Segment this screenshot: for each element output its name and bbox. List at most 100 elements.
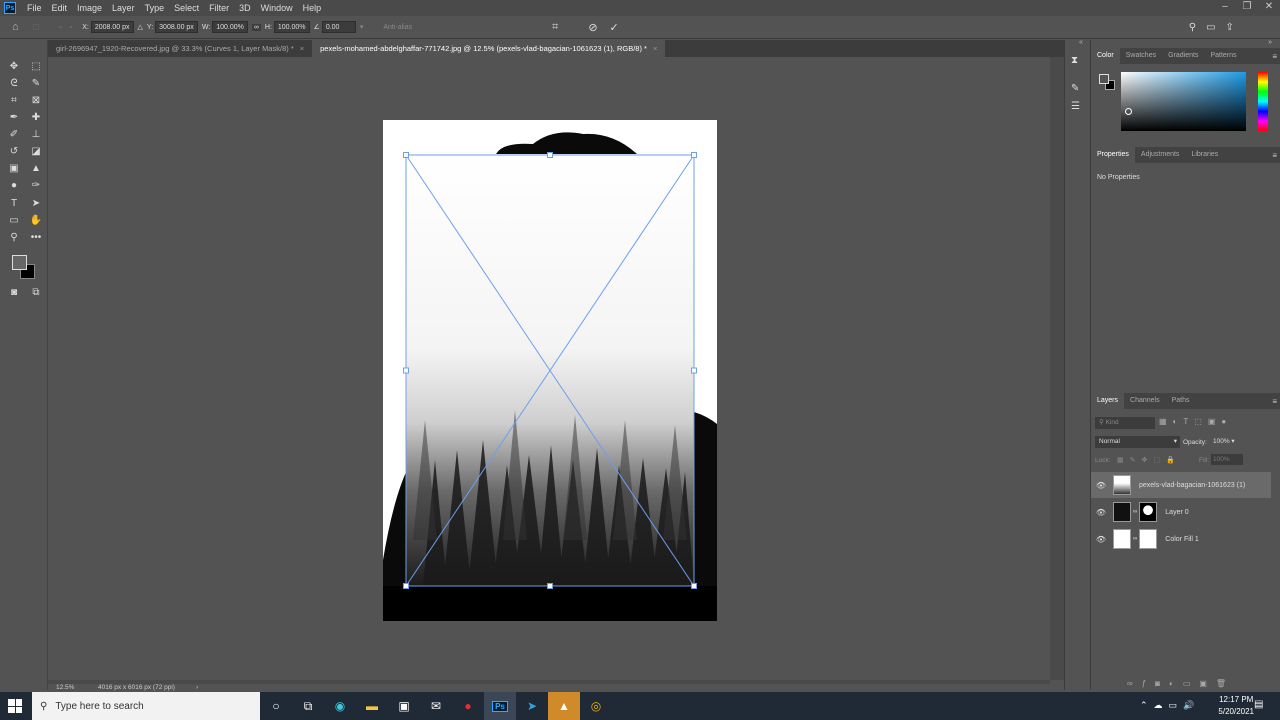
handle-bottom-right[interactable] [691, 583, 697, 589]
x-position-field[interactable]: 2008.00 px [90, 21, 134, 33]
mail-icon[interactable]: ✉ [420, 692, 452, 720]
tab-pexels-active[interactable]: pexels-mohamed-abdelghaffar-771742.jpg @… [312, 40, 666, 57]
y-position-field[interactable]: 3008.00 px [155, 21, 198, 33]
tab-paths[interactable]: Paths [1166, 393, 1196, 409]
eyedropper-tool-icon[interactable]: ✒ [6, 111, 22, 125]
marquee-tool-icon[interactable]: ⬚ [28, 60, 44, 74]
security-app-icon[interactable]: ● [452, 692, 484, 720]
hand-tool-icon[interactable]: ✋ [28, 214, 44, 228]
layers-footer-icons[interactable]: ∞ƒ◙◐▭▣🗑 [1127, 679, 1235, 688]
cancel-transform-icon[interactable]: ⊘ [588, 21, 597, 34]
document-canvas[interactable] [383, 120, 717, 621]
layer-row-layer0[interactable]: 👁 ∞ Layer 0 [1091, 499, 1271, 525]
photos-icon[interactable]: ▲ [548, 692, 580, 720]
brush-settings-icon[interactable]: ✎ [1071, 83, 1079, 94]
frame-tool-icon[interactable]: ⊠ [28, 94, 44, 108]
restore-icon[interactable]: ❐ [1236, 0, 1258, 16]
more-tools-icon[interactable]: ••• [28, 231, 44, 245]
gradient-tool-icon[interactable]: ▣ [6, 162, 22, 176]
screen-mode-icon[interactable]: ⧉ [28, 286, 44, 300]
search-icon[interactable]: ⚲ [1189, 22, 1196, 33]
angle-field[interactable]: 0.00 [321, 21, 356, 33]
task-view-icon[interactable]: ⧉ [292, 692, 324, 720]
reference-point-icon[interactable]: ▫ [59, 24, 61, 31]
link-icon[interactable]: ∞ [251, 23, 261, 31]
commit-transform-icon[interactable]: ✓ [610, 21, 619, 34]
layer-filter-field[interactable]: ⚲ Kind [1095, 417, 1155, 429]
clone-stamp-icon[interactable]: ⊥ [28, 128, 44, 142]
width-field[interactable]: 100.00% [212, 21, 248, 33]
tab-layers[interactable]: Layers [1091, 393, 1125, 409]
warp-icon[interactable]: ⌗ [552, 21, 558, 34]
telegram-icon[interactable]: ➤ [516, 692, 548, 720]
interpolation-icon[interactable]: ▾ [360, 23, 364, 31]
tab-patterns[interactable]: Patterns [1204, 48, 1242, 64]
menu-filter[interactable]: Filter [204, 0, 234, 16]
height-field[interactable]: 100.00% [273, 21, 310, 33]
quick-select-tool-icon[interactable]: ✎ [28, 77, 44, 91]
handle-top-right[interactable] [691, 152, 697, 158]
blur-tool-icon[interactable]: ▲ [28, 162, 44, 176]
history-brush-icon[interactable]: ↺ [6, 145, 22, 159]
tab-properties[interactable]: Properties [1091, 147, 1135, 163]
panel-menu-icon[interactable]: ≡ [1272, 151, 1277, 160]
foreground-color-swatch[interactable] [12, 255, 27, 270]
close-icon[interactable]: ✕ [1258, 0, 1280, 16]
color-picker-ring[interactable] [1125, 108, 1132, 115]
handle-bottom-left[interactable] [403, 583, 409, 589]
photoshop-taskbar-icon[interactable]: Ps [484, 692, 516, 720]
layer-row-color-fill[interactable]: 👁 ∞ Color Fill 1 [1091, 526, 1271, 552]
eraser-tool-icon[interactable]: ◪ [28, 145, 44, 159]
vertical-scrollbar[interactable] [1050, 57, 1064, 680]
notification-icon[interactable]: ▤ [1254, 699, 1263, 710]
workspace-icon[interactable]: ▭ [1206, 22, 1215, 33]
menu-select[interactable]: Select [169, 0, 204, 16]
antialias-label[interactable]: Anti-alias [383, 24, 412, 31]
tab-gradients[interactable]: Gradients [1162, 48, 1204, 64]
layer-mask-thumbnail[interactable] [1139, 529, 1158, 549]
quick-mask-icon[interactable]: ◙ [6, 286, 22, 300]
rectangle-tool-icon[interactable]: ▭ [6, 214, 22, 228]
type-tool-icon[interactable]: T [6, 197, 22, 211]
taskbar-search[interactable]: ⚲ Type here to search [32, 692, 260, 720]
tab-girl-recovered[interactable]: girl-2696947_1920-Recovered.jpg @ 33.3% … [48, 40, 312, 57]
layer-mask-thumbnail[interactable] [1139, 502, 1158, 522]
handle-bottom-center[interactable] [547, 583, 553, 589]
zoom-tool-icon[interactable]: ⚲ [6, 231, 22, 245]
dodge-tool-icon[interactable]: ● [6, 179, 22, 193]
adjustments-icon[interactable]: ☰ [1071, 101, 1080, 112]
foreground-swatch[interactable] [1099, 74, 1109, 84]
close-icon[interactable]: × [653, 44, 657, 53]
color-field[interactable] [1121, 72, 1246, 131]
pen-tool-icon[interactable]: ✑ [28, 179, 44, 193]
fg-bg-swatch[interactable] [1099, 74, 1115, 90]
zoom-level[interactable]: 12.5% [56, 684, 74, 691]
layer-name[interactable]: Color Fill 1 [1165, 536, 1198, 543]
layer-name[interactable]: pexels-vlad-bagacian-1061623 (1) [1139, 482, 1245, 489]
path-select-icon[interactable]: ➤ [28, 197, 44, 211]
menu-file[interactable]: File [22, 0, 47, 16]
cortana-icon[interactable]: ○ [260, 692, 292, 720]
file-explorer-icon[interactable]: ▬ [356, 692, 388, 720]
menu-type[interactable]: Type [140, 0, 170, 16]
layer-row-pexels[interactable]: 👁 pexels-vlad-bagacian-1061623 (1) [1091, 472, 1271, 498]
layer-filter-icons[interactable]: ▦◐T⬚▣● [1159, 417, 1232, 426]
menu-help[interactable]: Help [298, 0, 327, 16]
panel-menu-icon[interactable]: ≡ [1272, 397, 1277, 406]
panel-menu-icon[interactable]: ≡ [1272, 52, 1277, 61]
tab-color[interactable]: Color [1091, 48, 1120, 64]
eye-icon[interactable]: 👁 [1091, 508, 1111, 517]
history-panel-icon[interactable]: ⧗ [1071, 55, 1078, 66]
blend-mode-select[interactable]: Normal ▾ [1095, 436, 1180, 448]
fill-field[interactable]: 100% [1211, 454, 1243, 465]
taskbar-clock[interactable]: 12:17 PM 5/20/2021 [1218, 694, 1254, 718]
edge-icon[interactable]: ◉ [324, 692, 356, 720]
menu-window[interactable]: Window [256, 0, 298, 16]
windows-start-icon[interactable] [8, 699, 22, 713]
crop-tool-icon[interactable]: ⌗ [6, 94, 22, 108]
handle-top-center[interactable] [547, 152, 553, 158]
status-arrow-icon[interactable]: › [196, 684, 198, 691]
chrome-icon[interactable]: ◎ [580, 692, 612, 720]
hue-slider[interactable] [1258, 72, 1268, 131]
collapse-icon[interactable]: « [1079, 39, 1083, 46]
